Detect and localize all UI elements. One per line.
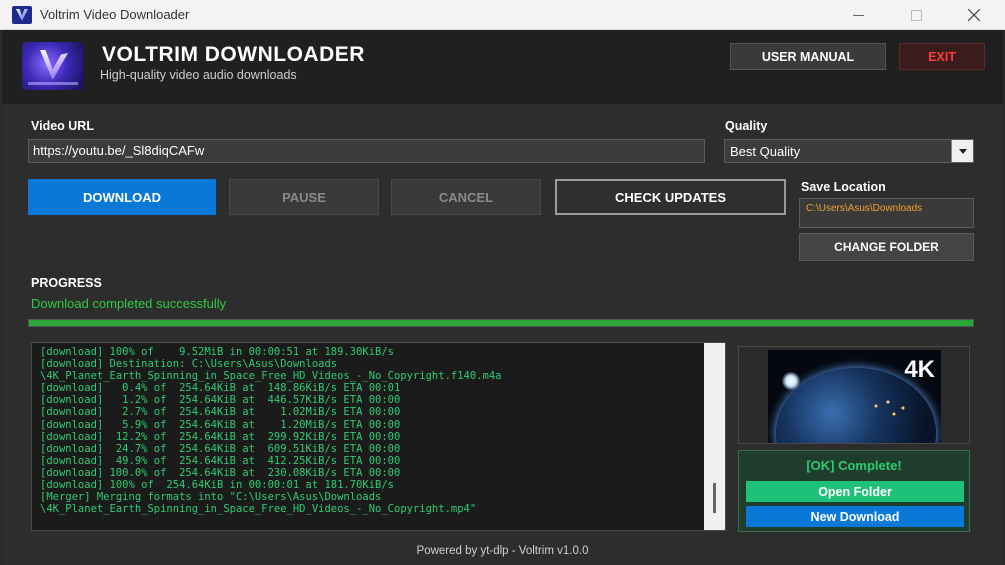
thumbnail-frame: 4K <box>738 346 970 444</box>
check-updates-button[interactable]: CHECK UPDATES <box>555 179 786 215</box>
log-scrollbar[interactable] <box>704 343 725 530</box>
user-manual-button[interactable]: USER MANUAL <box>730 43 886 70</box>
log-line: [download] 100% of 254.64KiB in 00:00:01… <box>40 479 395 492</box>
log-line: [download] 24.7% of 254.64KiB at 609.51K… <box>40 442 401 455</box>
log-scrollbar-thumb[interactable] <box>713 483 716 513</box>
voltrim-logo-icon <box>22 42 84 90</box>
app-tagline: High-quality video audio downloads <box>100 68 297 82</box>
video-url-input[interactable]: https://youtu.be/_Sl8diqCAFw <box>28 139 705 163</box>
quality-value: Best Quality <box>730 144 801 159</box>
log-line: [download] 0.4% of 254.64KiB at 148.86Ki… <box>40 382 401 395</box>
cancel-button[interactable]: CANCEL <box>391 179 541 215</box>
log-line: [download] 100% of 9.52MiB in 00:00:51 a… <box>40 346 395 358</box>
log-line: \4K_Planet_Earth_Spinning_in_Space_Free_… <box>40 370 502 383</box>
video-thumbnail: 4K <box>768 350 941 443</box>
change-folder-button[interactable]: CHANGE FOLDER <box>799 233 974 261</box>
progress-bar <box>28 319 974 327</box>
save-location-path: C:\Users\Asus\Downloads <box>799 198 974 228</box>
chevron-down-icon[interactable] <box>951 140 973 162</box>
save-location-label: Save Location <box>801 180 886 194</box>
progress-bar-fill <box>29 320 973 326</box>
log-lines: [download] 100% of 9.52MiB in 00:00:51 a… <box>40 346 700 515</box>
log-line: [download] 100.0% of 254.64KiB at 230.08… <box>40 466 401 479</box>
footer-text: Powered by yt-dlp - Voltrim v1.0.0 <box>416 545 589 557</box>
log-line: \4K_Planet_Earth_Spinning_in_Space_Free_… <box>40 503 477 516</box>
progress-label: PROGRESS <box>31 276 102 290</box>
open-folder-button[interactable]: Open Folder <box>746 481 964 502</box>
result-panel: 4K [OK] Complete! Open Folder New Downlo… <box>736 342 974 533</box>
thumbnail-4k-badge: 4K <box>904 356 935 383</box>
log-line: [download] 1.2% of 254.64KiB at 446.57Ki… <box>40 394 401 407</box>
log-line: [download] 5.9% of 254.64KiB at 1.20MiB/… <box>40 418 401 431</box>
exit-button[interactable]: EXIT <box>899 43 985 70</box>
download-button[interactable]: DOWNLOAD <box>28 179 216 215</box>
quality-label: Quality <box>725 119 768 133</box>
sun-glow <box>782 372 800 390</box>
pause-button[interactable]: PAUSE <box>229 179 379 215</box>
app-name: VOLTRIM DOWNLOADER <box>102 43 365 66</box>
new-download-button[interactable]: New Download <box>746 506 964 527</box>
download-log: [download] 100% of 9.52MiB in 00:00:51 a… <box>31 342 726 531</box>
app-frame: VOLTRIM DOWNLOADER High-quality video au… <box>2 30 1003 565</box>
app-header: VOLTRIM DOWNLOADER High-quality video au… <box>2 30 1003 104</box>
log-line: [Merger] Merging formats into "C:\Users\… <box>40 491 382 504</box>
close-icon[interactable] <box>951 0 997 30</box>
video-url-label: Video URL <box>31 119 94 133</box>
minimize-icon[interactable] <box>835 0 881 30</box>
log-line: [download] 2.7% of 254.64KiB at 1.02MiB/… <box>40 406 401 419</box>
window-titlebar: Voltrim Video Downloader <box>0 0 1005 30</box>
completion-message: [OK] Complete! <box>806 458 902 473</box>
city-lights <box>858 390 918 430</box>
log-line: [download] Destination: C:\Users\Asus\Do… <box>40 358 338 371</box>
window-title: Voltrim Video Downloader <box>40 7 190 22</box>
completion-box: [OK] Complete! Open Folder New Download <box>738 450 970 532</box>
status-message: Download completed successfully <box>31 296 227 311</box>
maximize-icon[interactable] <box>893 0 939 30</box>
app-icon <box>12 6 32 24</box>
log-line: [download] 12.2% of 254.64KiB at 299.92K… <box>40 430 401 443</box>
log-line: [download] 49.9% of 254.64KiB at 412.25K… <box>40 454 401 467</box>
quality-select[interactable]: Best Quality <box>724 139 974 163</box>
